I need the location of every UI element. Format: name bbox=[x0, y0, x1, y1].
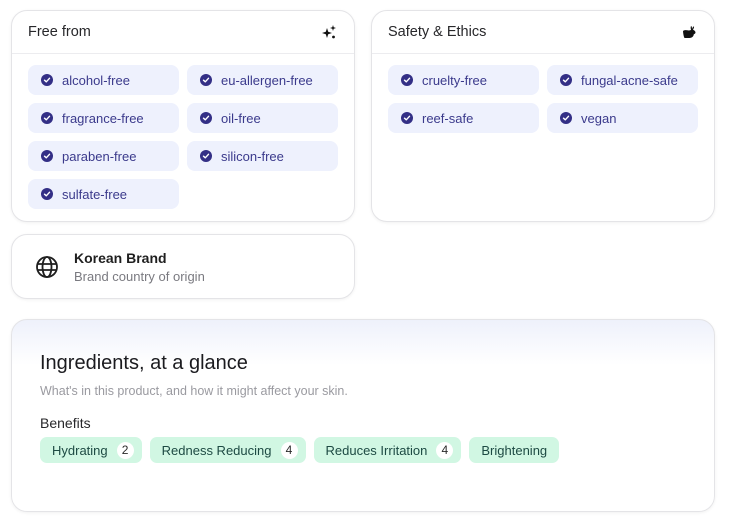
tag-label: reef-safe bbox=[422, 110, 474, 126]
benefit-label: Brightening bbox=[481, 442, 548, 458]
brand-row: Korean Brand Brand country of origin bbox=[12, 235, 354, 298]
tag-oil-free: oil-free bbox=[187, 103, 338, 133]
sparkles-icon bbox=[320, 23, 338, 41]
check-circle-icon bbox=[200, 74, 212, 86]
benefits-label: Benefits bbox=[40, 415, 91, 431]
safety-ethics-card: Safety & Ethics cruelty-free fungal-acne… bbox=[371, 10, 715, 222]
free-from-title: Free from bbox=[28, 24, 91, 40]
check-circle-icon bbox=[41, 150, 53, 162]
benefit-count: 4 bbox=[436, 441, 454, 459]
tag-label: paraben-free bbox=[62, 148, 137, 164]
brand-text: Korean Brand Brand country of origin bbox=[74, 250, 205, 284]
benefit-chip-hydrating[interactable]: Hydrating 2 bbox=[40, 437, 142, 463]
tag-label: silicon-free bbox=[221, 148, 284, 164]
tag-vegan: vegan bbox=[547, 103, 698, 133]
safety-ethics-tag-list: cruelty-free fungal-acne-safe reef-safe … bbox=[372, 54, 714, 133]
tag-sulfate-free: sulfate-free bbox=[28, 179, 179, 209]
tag-eu-allergen-free: eu-allergen-free bbox=[187, 65, 338, 95]
tag-label: cruelty-free bbox=[422, 72, 488, 88]
check-circle-icon bbox=[560, 112, 572, 124]
check-circle-icon bbox=[41, 112, 53, 124]
free-from-header: Free from bbox=[12, 11, 354, 54]
benefit-label: Redness Reducing bbox=[161, 442, 272, 458]
benefits-list: Hydrating 2 Redness Reducing 4 Reduces I… bbox=[40, 437, 560, 463]
tag-label: alcohol-free bbox=[62, 72, 130, 88]
benefit-count: 2 bbox=[116, 441, 134, 459]
free-from-card: Free from alcohol-free eu-allergen-free … bbox=[11, 10, 355, 222]
benefit-count: 4 bbox=[280, 441, 298, 459]
check-circle-icon bbox=[200, 150, 212, 162]
tag-label: vegan bbox=[581, 110, 617, 126]
brand-title: Korean Brand bbox=[74, 249, 167, 266]
tag-cruelty-free: cruelty-free bbox=[388, 65, 539, 95]
benefit-chip-redness-reducing[interactable]: Redness Reducing 4 bbox=[149, 437, 306, 463]
ingredients-title: Ingredients, at a glance bbox=[40, 352, 248, 374]
benefit-label: Reduces Irritation bbox=[325, 442, 428, 458]
benefit-label: Hydrating bbox=[52, 442, 108, 458]
benefit-chip-reduces-irritation[interactable]: Reduces Irritation 4 bbox=[313, 437, 462, 463]
ingredients-card: Ingredients, at a glance What's in this … bbox=[11, 319, 715, 512]
rabbit-icon bbox=[680, 23, 698, 41]
check-circle-icon bbox=[200, 112, 212, 124]
benefit-chip-brightening[interactable]: Brightening bbox=[469, 437, 560, 463]
check-circle-icon bbox=[41, 188, 53, 200]
safety-ethics-header: Safety & Ethics bbox=[372, 11, 714, 54]
globe-icon bbox=[35, 255, 59, 279]
tag-reef-safe: reef-safe bbox=[388, 103, 539, 133]
tag-label: eu-allergen-free bbox=[221, 72, 313, 88]
tag-alcohol-free: alcohol-free bbox=[28, 65, 179, 95]
tag-label: fungal-acne-safe bbox=[581, 72, 678, 88]
tag-label: oil-free bbox=[221, 110, 261, 126]
safety-ethics-title: Safety & Ethics bbox=[388, 24, 487, 40]
brand-subtitle: Brand country of origin bbox=[74, 268, 205, 284]
check-circle-icon bbox=[41, 74, 53, 86]
tag-paraben-free: paraben-free bbox=[28, 141, 179, 171]
tag-label: fragrance-free bbox=[62, 110, 144, 126]
free-from-tag-list: alcohol-free eu-allergen-free fragrance-… bbox=[12, 54, 354, 209]
tag-silicon-free: silicon-free bbox=[187, 141, 338, 171]
tag-fungal-acne-safe: fungal-acne-safe bbox=[547, 65, 698, 95]
tag-label: sulfate-free bbox=[62, 186, 128, 202]
brand-origin-card: Korean Brand Brand country of origin bbox=[11, 234, 355, 299]
check-circle-icon bbox=[560, 74, 572, 86]
ingredients-subtitle: What's in this product, and how it might… bbox=[40, 384, 348, 398]
tag-fragrance-free: fragrance-free bbox=[28, 103, 179, 133]
check-circle-icon bbox=[401, 112, 413, 124]
check-circle-icon bbox=[401, 74, 413, 86]
